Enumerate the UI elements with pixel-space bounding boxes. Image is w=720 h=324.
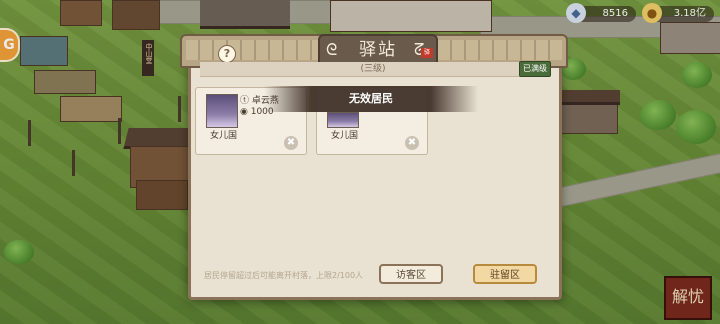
- dismiss-resident-button[interactable]: ✖: [405, 136, 419, 150]
- resident-avatar: [206, 94, 238, 128]
- resident-origin: 女儿国: [331, 131, 359, 141]
- footer-note: 居民停留超过后可能离开村落，上限2/100人: [204, 271, 364, 280]
- title-red-seal: 驿: [421, 48, 433, 58]
- left-scroll-icon: ᘓ: [326, 40, 338, 59]
- toast-message: 无效居民: [264, 86, 478, 112]
- max-level-badge[interactable]: 已满级: [519, 61, 551, 77]
- help-button[interactable]: ?: [218, 45, 236, 63]
- resident-origin: 女儿国: [210, 131, 238, 141]
- info-icon: ⓣ: [240, 96, 250, 106]
- coin-bag-icon: ◉: [240, 107, 248, 117]
- visitor-area-button[interactable]: 访客区: [379, 264, 443, 284]
- resident-avatar: [327, 112, 359, 128]
- resident-area-button[interactable]: 驻留区: [473, 264, 537, 284]
- station-level: (三级): [200, 62, 546, 77]
- dismiss-resident-button[interactable]: ✖: [284, 136, 298, 150]
- relay-station-panel: [188, 40, 562, 300]
